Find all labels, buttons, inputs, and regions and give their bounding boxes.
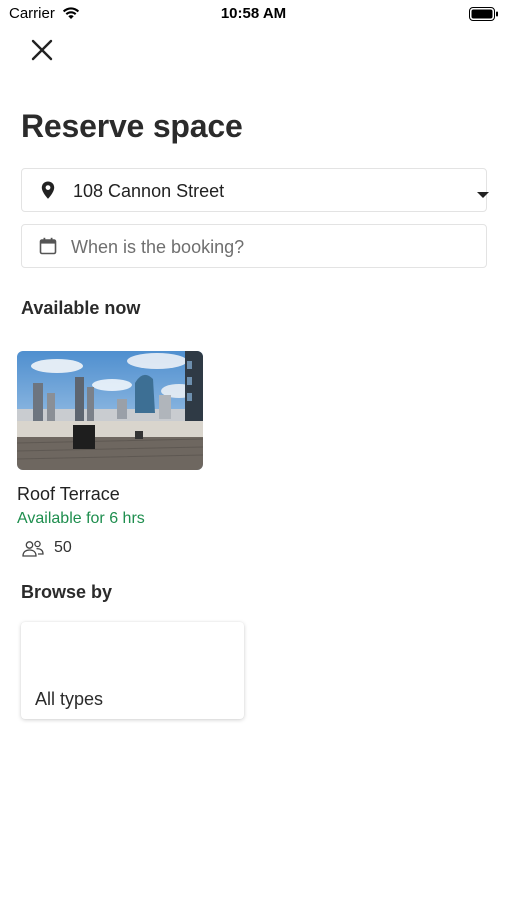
clock: 10:58 AM xyxy=(220,5,287,22)
booking-date-input[interactable] xyxy=(71,233,471,261)
page-title: Reserve space xyxy=(21,108,243,144)
space-card[interactable] xyxy=(17,351,203,564)
booking-date-field[interactable] xyxy=(21,224,487,268)
close-button[interactable] xyxy=(26,36,58,68)
space-photo xyxy=(17,351,203,470)
space-name: Roof Terrace xyxy=(17,484,120,504)
available-now-heading: Available now xyxy=(21,298,141,318)
type-card-label: All types xyxy=(35,689,104,709)
space-availability: Available for 6 hrs xyxy=(17,510,145,527)
location-value: 108 Cannon Street xyxy=(73,181,225,201)
space-capacity: 50 xyxy=(54,539,72,556)
location-pin-icon xyxy=(38,180,58,200)
location-select[interactable]: 108 Cannon Street xyxy=(21,168,490,212)
chevron-down-icon xyxy=(476,186,490,204)
browse-by-heading: Browse by xyxy=(21,582,113,602)
close-icon xyxy=(31,39,53,66)
calendar-icon xyxy=(38,236,58,256)
people-icon xyxy=(21,539,45,564)
type-card-all-types[interactable]: All types xyxy=(21,622,244,719)
battery-icon xyxy=(469,7,499,26)
status-bar: Carrier 10:58 AM xyxy=(0,0,507,28)
